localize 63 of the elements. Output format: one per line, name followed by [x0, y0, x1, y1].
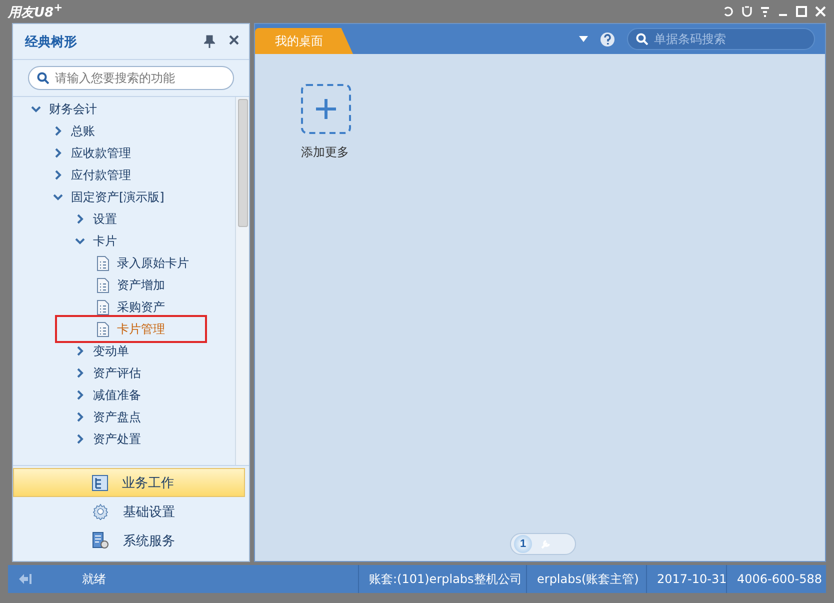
dropdown-caret-icon[interactable] — [579, 36, 588, 42]
tree-grid-icon — [92, 474, 108, 490]
collapse-arrow-icon[interactable] — [18, 573, 32, 585]
add-button[interactable] — [301, 84, 351, 134]
search-icon — [37, 72, 49, 84]
date-text: 2017-10-31 — [646, 565, 726, 593]
scrollbar[interactable] — [235, 97, 249, 465]
nav-item[interactable]: 基础设置 — [13, 497, 245, 526]
tree-item[interactable]: 卡片 — [93, 232, 117, 250]
pin-icon[interactable] — [204, 35, 215, 48]
tree-item[interactable]: 应收款管理 — [71, 144, 131, 162]
tree-item[interactable]: 资产处置 — [93, 430, 141, 448]
user-info: erplabs(账套主管) — [526, 565, 646, 593]
tree-item[interactable]: 采购资产 — [117, 298, 165, 316]
tree-item[interactable]: 卡片管理 — [117, 320, 165, 338]
nav-item[interactable]: 系统服务 — [13, 526, 245, 555]
tree-item[interactable]: 变动单 — [93, 342, 129, 360]
server-gear-icon — [92, 532, 109, 549]
search-field[interactable]: 请输入您要搜索的功能 — [28, 66, 234, 90]
menu-icon[interactable] — [760, 6, 770, 17]
tree-item[interactable]: 减值准备 — [93, 386, 141, 404]
page-button[interactable]: 1 — [514, 535, 532, 553]
close-icon[interactable] — [229, 35, 239, 45]
plus-icon — [316, 99, 336, 119]
chevron-down-icon[interactable] — [31, 104, 41, 114]
tree-item[interactable]: 资产评估 — [93, 364, 141, 382]
chevron-right-icon[interactable] — [75, 412, 85, 422]
chevron-right-icon[interactable] — [53, 126, 63, 136]
u-shape-icon[interactable] — [742, 6, 752, 17]
maximize-icon[interactable] — [796, 6, 807, 17]
phone-text: 4006-600-588 — [726, 565, 826, 593]
tree-item[interactable]: 录入原始卡片 — [117, 254, 189, 272]
gear-icon — [92, 503, 109, 520]
tree-item[interactable]: 固定资产[演示版] — [71, 188, 164, 206]
chevron-right-icon[interactable] — [53, 148, 63, 158]
search-field[interactable]: 单据条码搜索 — [627, 28, 815, 50]
tree-item[interactable]: 应付款管理 — [71, 166, 131, 184]
chevron-right-icon[interactable] — [53, 170, 63, 180]
chevron-right-icon[interactable] — [75, 368, 85, 378]
chevron-right-icon[interactable] — [75, 214, 85, 224]
document-icon — [97, 300, 109, 314]
document-icon — [97, 256, 109, 270]
nav-item[interactable]: 业务工作 — [13, 468, 245, 497]
chevron-down-icon[interactable] — [53, 192, 63, 202]
tree-item[interactable]: 资产盘点 — [93, 408, 141, 426]
help-icon[interactable] — [600, 32, 615, 46]
chevron-right-icon[interactable] — [75, 390, 85, 400]
window-title: 用友U8$^{+}$ — [8, 1, 63, 22]
document-icon — [97, 322, 109, 336]
chevron-right-icon[interactable] — [75, 434, 85, 444]
panel-title: 经典树形 — [25, 34, 77, 50]
tree-item[interactable]: 财务会计 — [49, 100, 97, 118]
tree-item[interactable]: 总账 — [71, 122, 95, 140]
status-text: 就绪 — [81, 570, 107, 588]
search-icon — [636, 33, 648, 45]
chevron-right-icon[interactable] — [75, 346, 85, 356]
tree-item[interactable]: 设置 — [93, 210, 117, 228]
add-label: 添加更多 — [301, 144, 350, 161]
refresh-icon[interactable] — [723, 6, 734, 17]
chevron-down-icon[interactable] — [75, 236, 85, 246]
document-icon — [97, 278, 109, 292]
tree-item[interactable]: 资产增加 — [117, 276, 165, 294]
account-info: 账套:(101)erplabs整机公司 — [358, 565, 526, 593]
